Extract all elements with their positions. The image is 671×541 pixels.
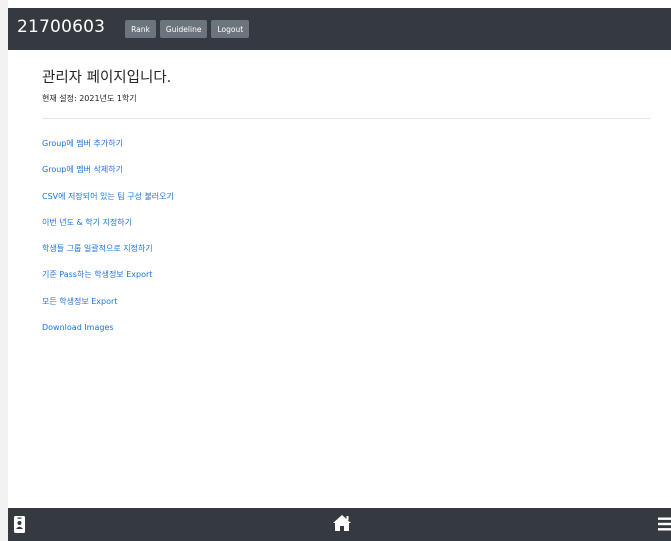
rank-button[interactable]: Rank: [125, 20, 156, 38]
logout-button[interactable]: Logout: [211, 20, 250, 38]
id-badge-icon[interactable]: [14, 516, 25, 533]
set-year-semester-link[interactable]: 이번 년도 & 학기 지정하기: [42, 218, 132, 227]
guideline-button[interactable]: Guideline: [159, 20, 208, 38]
admin-action-list: Group에 멤버 추가하기 Group에 멤버 삭제하기 CSV에 저장되어 …: [42, 131, 652, 341]
list-item: 모든 학생정보 Export: [42, 289, 652, 315]
bulk-assign-groups-link[interactable]: 학생들 그룹 일괄적으로 지정하기: [42, 244, 153, 253]
list-item: Group에 멤버 추가하기: [42, 131, 652, 157]
add-group-member-link[interactable]: Group에 멤버 추가하기: [42, 139, 123, 148]
export-passing-students-link[interactable]: 기준 Pass하는 학생정보 Export: [42, 270, 152, 279]
export-all-students-link[interactable]: 모든 학생정보 Export: [42, 297, 117, 306]
home-icon[interactable]: [332, 514, 352, 532]
list-item: 기준 Pass하는 학생정보 Export: [42, 262, 652, 288]
import-csv-teams-link[interactable]: CSV에 저장되어 있는 팀 구성 불러오기: [42, 192, 174, 201]
top-navbar: 21700603 Rank Guideline Logout: [8, 8, 671, 50]
download-images-link[interactable]: Download Images: [42, 323, 114, 332]
list-item: CSV에 저장되어 있는 팀 구성 불러오기: [42, 184, 652, 210]
brand-student-id[interactable]: 21700603: [17, 17, 105, 37]
list-item: Download Images: [42, 315, 652, 341]
list-item: 학생들 그룹 일괄적으로 지정하기: [42, 236, 652, 262]
admin-content: 관리자 페이지입니다. 현재 설정: 2021년도 1학기 Group에 멤버 …: [42, 66, 652, 341]
menu-icon[interactable]: [658, 517, 671, 531]
list-item: 이번 년도 & 학기 지정하기: [42, 210, 652, 236]
current-setting: 현재 설정: 2021년도 1학기: [42, 94, 137, 103]
divider: [42, 118, 650, 119]
bottom-navbar: [8, 508, 671, 541]
remove-group-member-link[interactable]: Group에 멤버 삭제하기: [42, 165, 123, 174]
app-window: 21700603 Rank Guideline Logout 관리자 페이지입니…: [8, 0, 671, 541]
list-item: Group에 멤버 삭제하기: [42, 157, 652, 183]
page-title: 관리자 페이지입니다.: [42, 70, 172, 86]
